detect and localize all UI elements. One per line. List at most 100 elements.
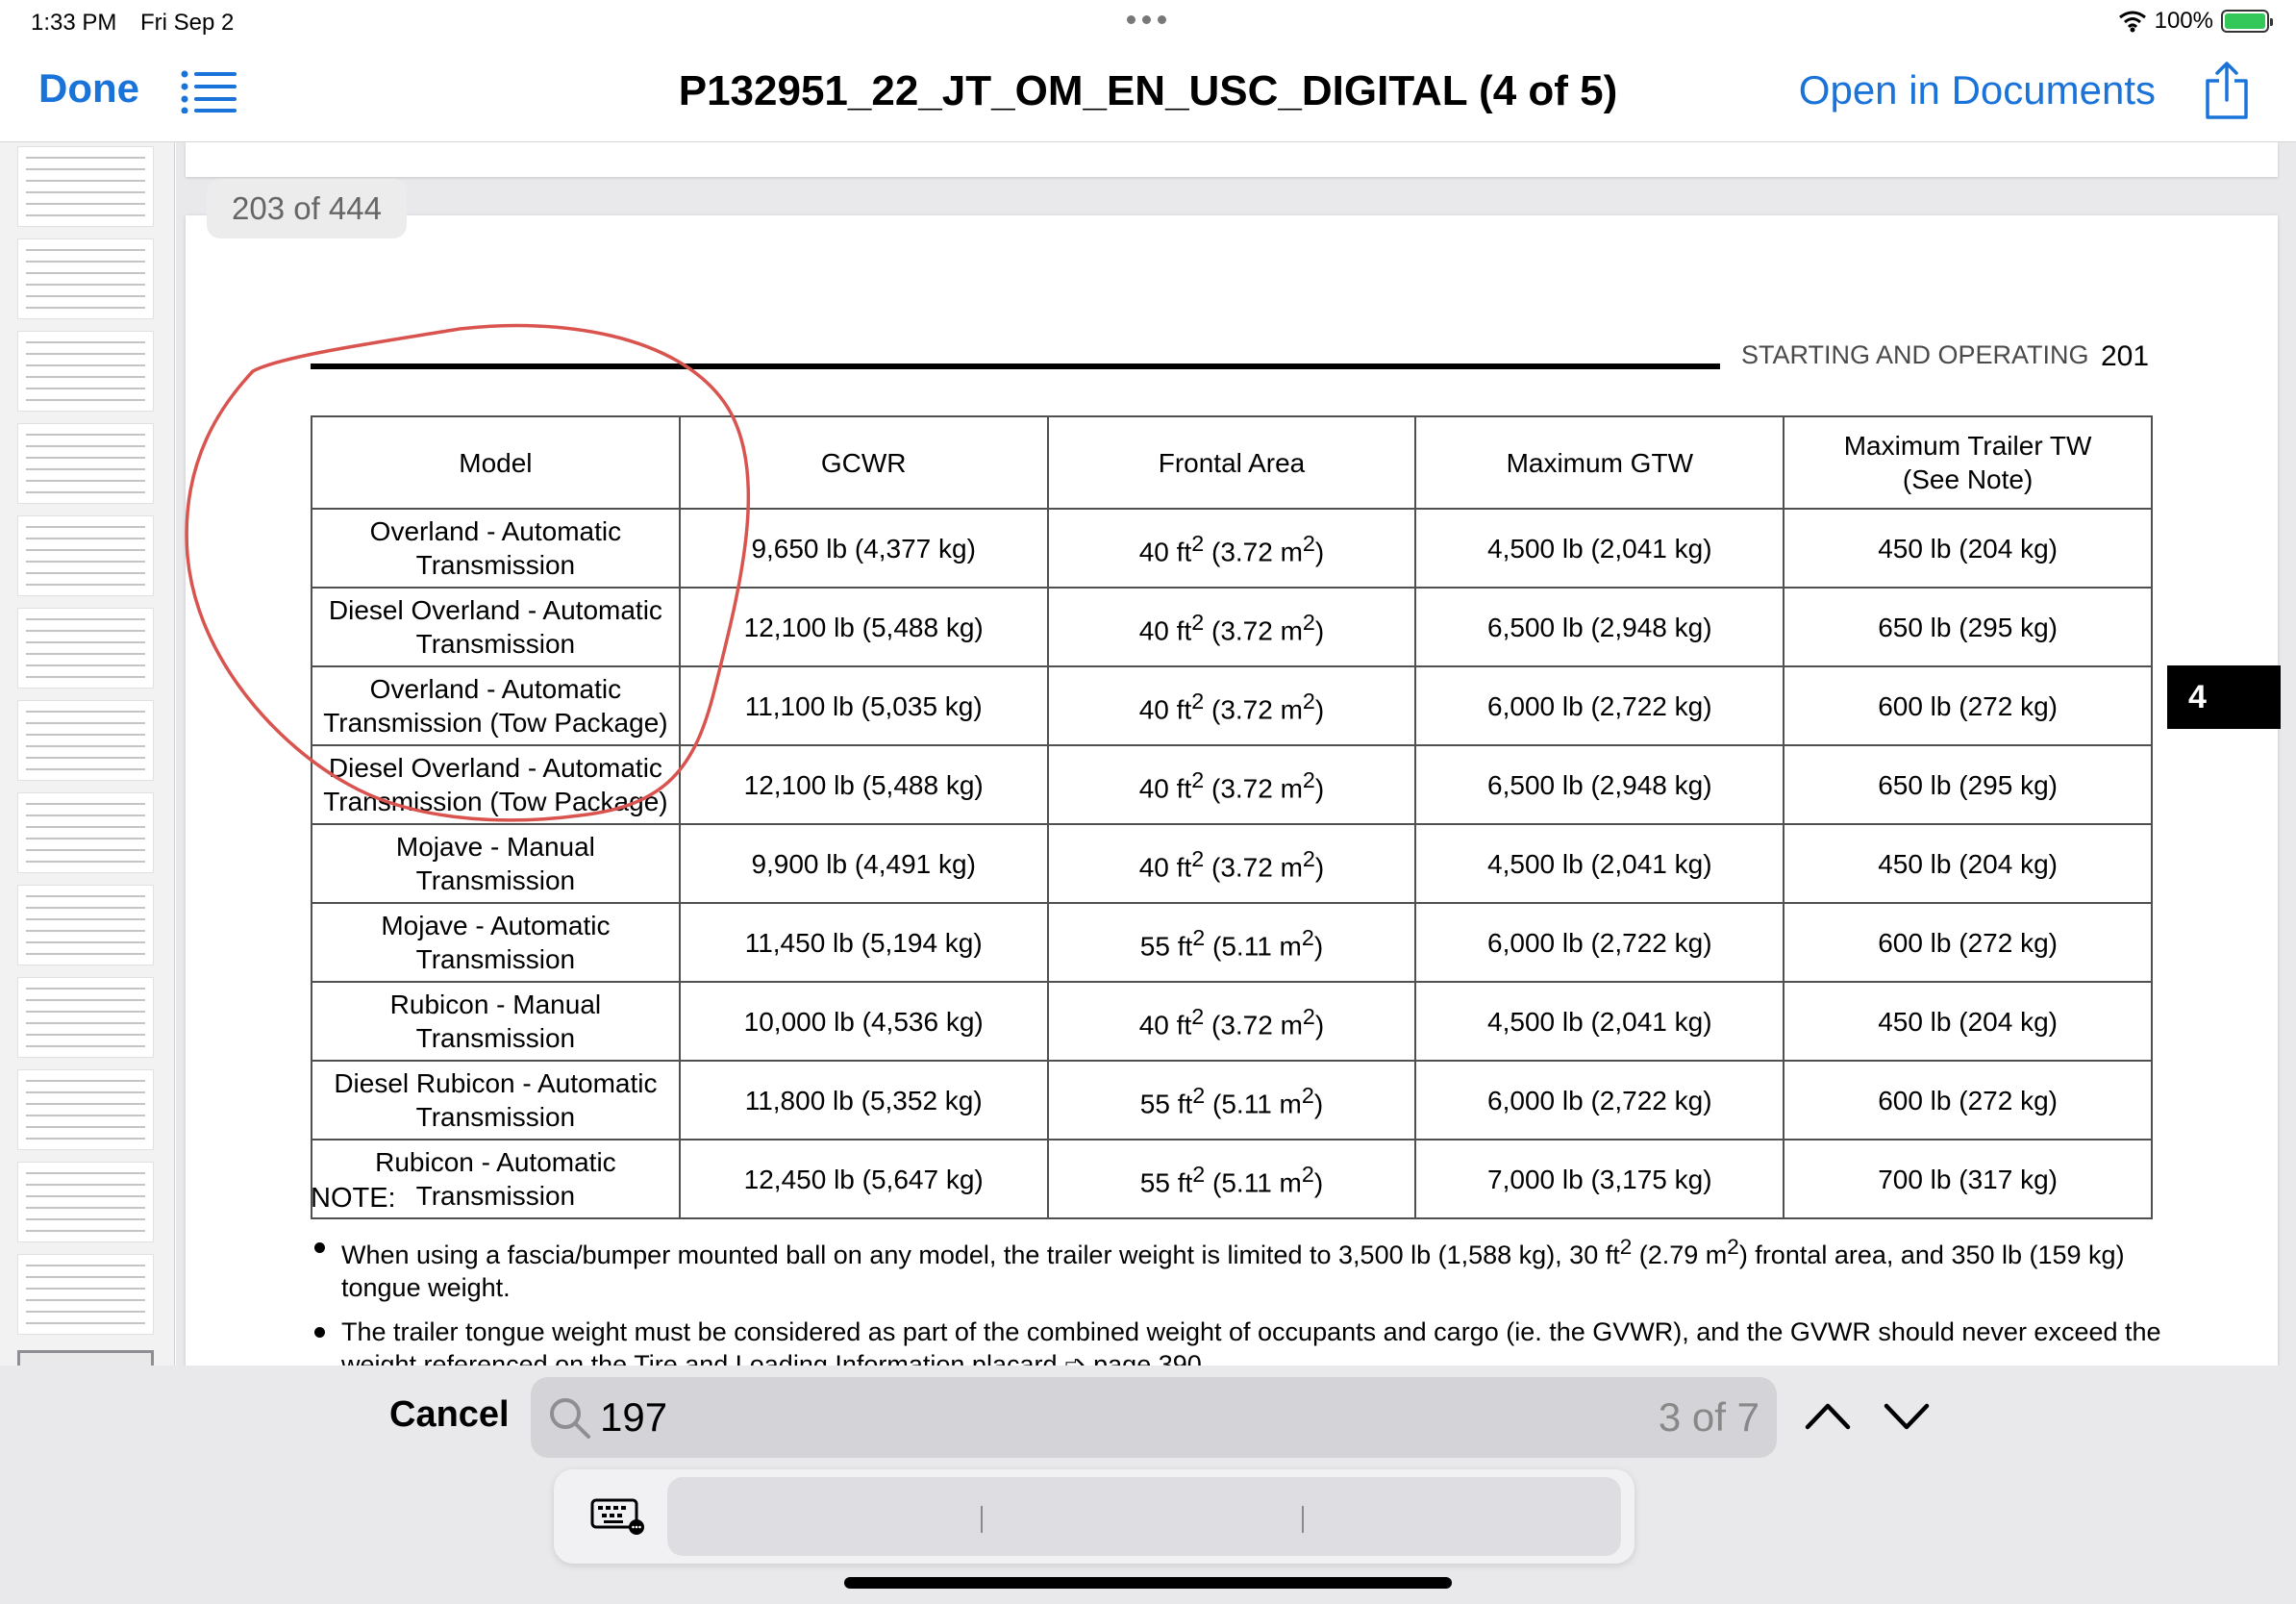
cancel-button[interactable]: Cancel <box>389 1394 510 1436</box>
gtw-cell: 6,500 lb (2,948 kg) <box>1414 587 1785 667</box>
chevron-up-icon[interactable] <box>1804 1392 1852 1441</box>
frontal-area-cell: 40 ft2 (3.72 m2) <box>1046 665 1417 746</box>
model-cell: Overland - Automatic Transmission (Tow P… <box>311 665 681 746</box>
tongue-weight-cell: 450 lb (204 kg) <box>1783 823 2153 904</box>
column-header: Maximum GTW <box>1414 415 1785 510</box>
model-cell: Diesel Rubicon - Automatic Transmission <box>311 1060 681 1140</box>
document-view[interactable]: 203 of 444 STARTING AND OPERATING 201 Mo… <box>176 142 2296 1366</box>
page-thumbnail[interactable] <box>17 146 154 227</box>
battery-icon <box>2221 10 2273 33</box>
table-row: Diesel Overland - Automatic Transmission… <box>311 587 2153 667</box>
frontal-area-cell: 40 ft2 (3.72 m2) <box>1046 744 1417 825</box>
page-thumbnail[interactable] <box>17 423 154 504</box>
table-row: Mojave - Manual Transmission 9,900 lb (4… <box>311 823 2153 904</box>
home-indicator[interactable] <box>844 1577 1452 1589</box>
search-field[interactable]: 3 of 7 <box>531 1377 1777 1458</box>
search-input[interactable] <box>600 1389 1465 1446</box>
keyboard-icon[interactable] <box>590 1498 646 1535</box>
suggestion-bar[interactable] <box>667 1477 1621 1556</box>
battery-percent: 100% <box>2154 8 2213 34</box>
table-row: Overland - Automatic Transmission (Tow P… <box>311 665 2153 746</box>
gcwr-cell: 11,100 lb (5,035 kg) <box>678 665 1049 746</box>
gcwr-cell: 11,800 lb (5,352 kg) <box>678 1060 1049 1140</box>
multitasking-dots[interactable] <box>1127 15 1166 24</box>
table-row: Diesel Overland - Automatic Transmission… <box>311 744 2153 825</box>
gtw-cell: 7,000 lb (3,175 kg) <box>1414 1139 1785 1219</box>
find-bar: Cancel 3 of 7 <box>0 1366 2296 1604</box>
nav-bar: Done P132951_22_JT_OM_EN_USC_DIGITAL (4 … <box>0 46 2296 142</box>
tongue-weight-cell: 650 lb (295 kg) <box>1783 587 2153 667</box>
model-cell: Mojave - Automatic Transmission <box>311 902 681 983</box>
note-list: When using a fascia/bumper mounted ball … <box>311 1231 2176 1366</box>
page-thumbnail[interactable] <box>17 515 154 596</box>
page-thumbnail-current[interactable] <box>17 1350 154 1366</box>
page-thumbnail[interactable] <box>17 977 154 1058</box>
gcwr-cell: 12,450 lb (5,647 kg) <box>678 1139 1049 1219</box>
column-header: Model <box>311 415 681 510</box>
status-indicators: 100% <box>2118 8 2273 35</box>
status-time: 1:33 PM <box>31 10 117 36</box>
page-number: 201 <box>2101 340 2150 372</box>
arrow-right-icon: ➩ <box>1064 1350 1086 1366</box>
page-thumbnail[interactable] <box>17 608 154 689</box>
page-thumbnail[interactable] <box>17 1162 154 1242</box>
match-count: 3 of 7 <box>1658 1394 1759 1440</box>
note-title: NOTE: <box>311 1183 396 1214</box>
previous-page <box>186 142 2278 177</box>
page-reference-link[interactable]: page 390. <box>1093 1350 1209 1366</box>
chevron-down-icon[interactable] <box>1883 1392 1931 1441</box>
gcwr-cell: 9,900 lb (4,491 kg) <box>678 823 1049 904</box>
table-row: Mojave - Automatic Transmission 11,450 l… <box>311 902 2153 983</box>
status-date: Fri Sep 2 <box>140 10 235 36</box>
model-cell: Mojave - Manual Transmission <box>311 823 681 904</box>
model-cell: Rubicon - Manual Transmission <box>311 981 681 1062</box>
column-header: Frontal Area <box>1046 415 1417 510</box>
search-icon <box>550 1398 590 1439</box>
document-page: STARTING AND OPERATING 201 Model GCWR Fr… <box>186 215 2278 1366</box>
keyboard-shortcut-bar <box>554 1469 1635 1564</box>
table-row: Rubicon - Automatic Transmission 12,450 … <box>311 1139 2153 1219</box>
gtw-cell: 6,000 lb (2,722 kg) <box>1414 902 1785 983</box>
tongue-weight-cell: 700 lb (317 kg) <box>1783 1139 2153 1219</box>
thumbnail-sidebar[interactable] <box>0 142 175 1366</box>
gcwr-cell: 12,100 lb (5,488 kg) <box>678 744 1049 825</box>
page-thumbnail[interactable] <box>17 331 154 412</box>
frontal-area-cell: 40 ft2 (3.72 m2) <box>1046 508 1417 589</box>
gcwr-cell: 11,450 lb (5,194 kg) <box>678 902 1049 983</box>
table-row: Rubicon - Manual Transmission 10,000 lb … <box>311 981 2153 1062</box>
wifi-icon <box>2118 11 2146 33</box>
open-in-documents-button[interactable]: Open in Documents <box>1799 67 2156 113</box>
tongue-weight-cell: 600 lb (272 kg) <box>1783 902 2153 983</box>
page-thumbnail[interactable] <box>17 792 154 873</box>
towing-spec-table: Model GCWR Frontal Area Maximum GTW Maxi… <box>311 415 2153 1219</box>
frontal-area-cell: 55 ft2 (5.11 m2) <box>1046 902 1417 983</box>
page-thumbnail[interactable] <box>17 1254 154 1335</box>
model-cell: Diesel Overland - Automatic Transmission… <box>311 744 681 825</box>
frontal-area-cell: 55 ft2 (5.11 m2) <box>1046 1060 1417 1140</box>
tongue-weight-cell: 600 lb (272 kg) <box>1783 665 2153 746</box>
column-header: GCWR <box>678 415 1049 510</box>
frontal-area-cell: 40 ft2 (3.72 m2) <box>1046 823 1417 904</box>
section-title: STARTING AND OPERATING <box>1741 340 2089 369</box>
model-cell: Overland - Automatic Transmission <box>311 508 681 589</box>
page-thumbnail[interactable] <box>17 238 154 319</box>
tongue-weight-cell: 600 lb (272 kg) <box>1783 1060 2153 1140</box>
gtw-cell: 4,500 lb (2,041 kg) <box>1414 508 1785 589</box>
note-item: When using a fascia/bumper mounted ball … <box>311 1231 2176 1304</box>
status-bar: 1:33 PM Fri Sep 2 100% <box>0 0 2296 46</box>
table-row: Overland - Automatic Transmission 9,650 … <box>311 508 2153 589</box>
header-rule <box>311 363 1720 369</box>
frontal-area-cell: 40 ft2 (3.72 m2) <box>1046 981 1417 1062</box>
share-icon[interactable] <box>2202 60 2252 121</box>
page-indicator: 203 of 444 <box>207 179 407 238</box>
frontal-area-cell: 55 ft2 (5.11 m2) <box>1046 1139 1417 1219</box>
page-thumbnail[interactable] <box>17 885 154 965</box>
gtw-cell: 6,000 lb (2,722 kg) <box>1414 665 1785 746</box>
page-thumbnail[interactable] <box>17 1069 154 1150</box>
table-header-row: Model GCWR Frontal Area Maximum GTW Maxi… <box>311 415 2153 510</box>
page-thumbnail[interactable] <box>17 700 154 781</box>
tongue-weight-cell: 450 lb (204 kg) <box>1783 981 2153 1062</box>
gtw-cell: 6,000 lb (2,722 kg) <box>1414 1060 1785 1140</box>
tongue-weight-cell: 450 lb (204 kg) <box>1783 508 2153 589</box>
frontal-area-cell: 40 ft2 (3.72 m2) <box>1046 587 1417 667</box>
